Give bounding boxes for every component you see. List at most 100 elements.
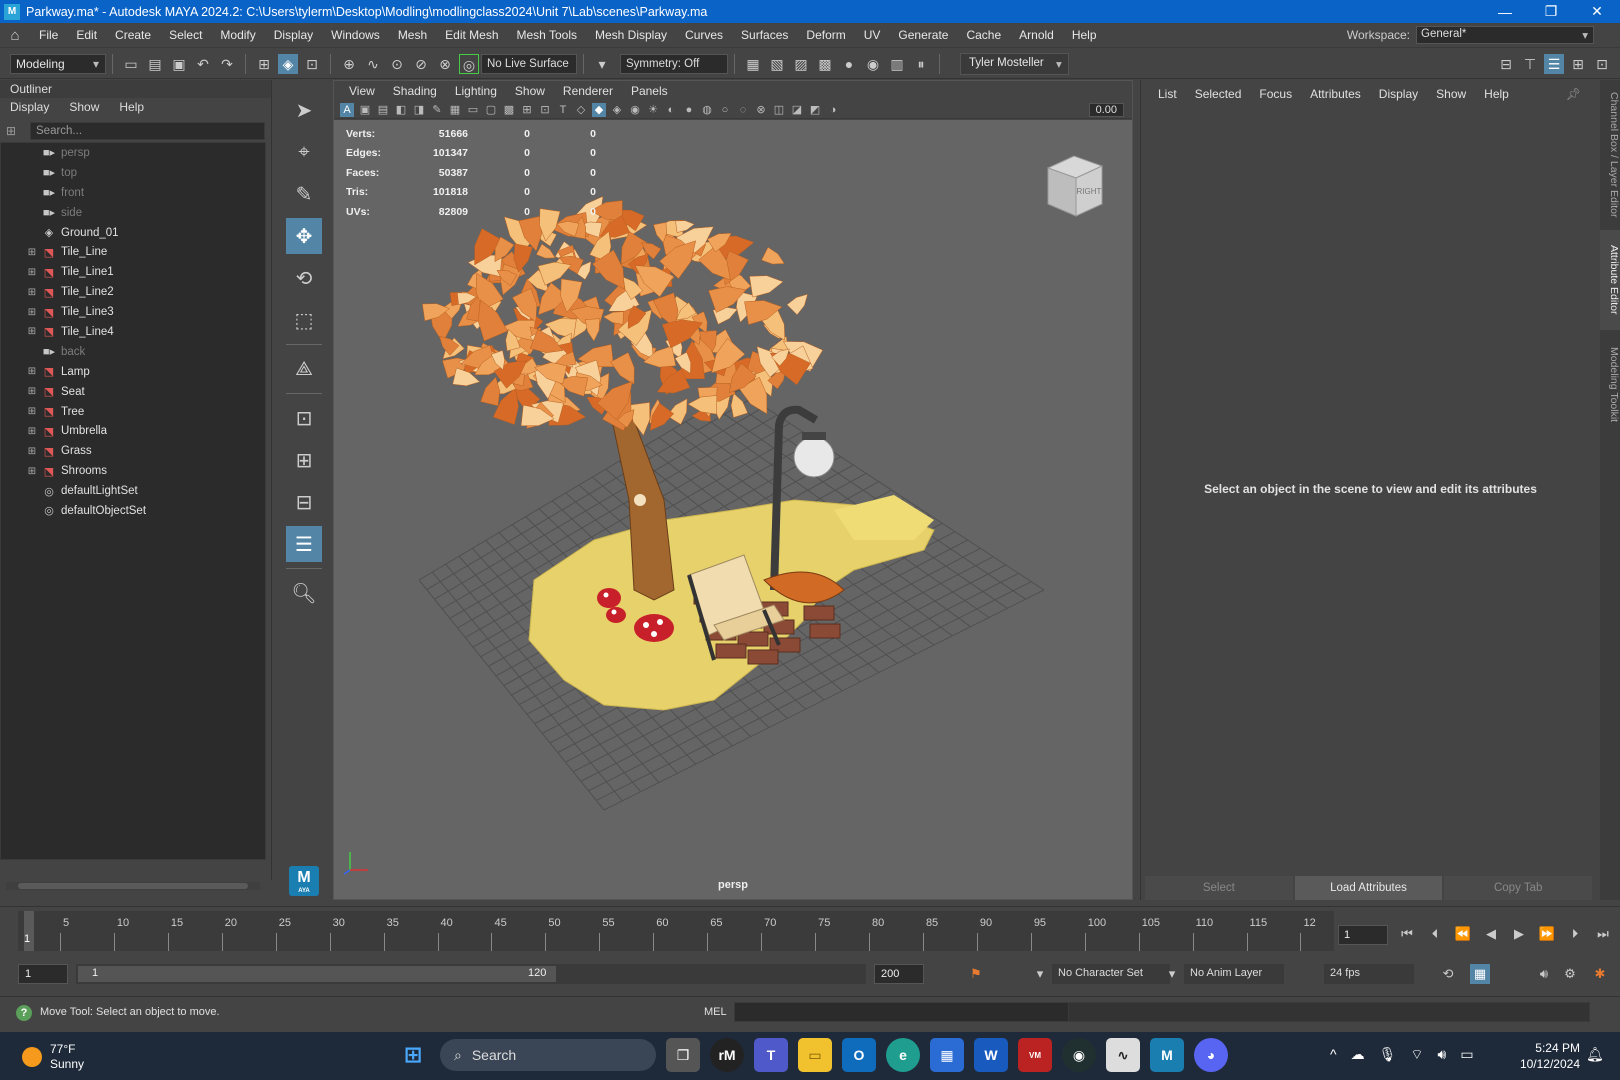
gate-mask-icon[interactable]: ▩ (502, 103, 516, 117)
select-component-icon[interactable]: ⊡ (302, 54, 322, 74)
lasso-tool-icon[interactable]: ⌖ (286, 134, 322, 170)
ipr-render-icon[interactable]: ▨ (791, 54, 811, 74)
edge-icon[interactable]: e (886, 1038, 920, 1072)
attr-menu-focus[interactable]: Focus (1250, 87, 1301, 101)
render-view-icon[interactable]: ▧ (767, 54, 787, 74)
depth-of-field-icon[interactable]: ◌ (736, 103, 750, 117)
menu-curves[interactable]: Curves (676, 28, 732, 42)
menu-help[interactable]: Help (1063, 28, 1106, 42)
outliner-item[interactable]: ■▸ persp (1, 143, 265, 163)
outliner-item[interactable]: ⊞ ⬔ Seat (1, 382, 265, 402)
taskbar-search[interactable]: ⌕ Search (440, 1039, 656, 1071)
step-forward-frame-icon[interactable]: ⏩ (1536, 923, 1558, 945)
notification-bell-icon[interactable]: 🔔︎ (1586, 1046, 1604, 1063)
save-scene-icon[interactable]: ▣ (169, 54, 189, 74)
outlook-icon[interactable]: O (842, 1038, 876, 1072)
copy-tab-button[interactable]: Copy Tab (1444, 876, 1593, 900)
character-controls-icon[interactable]: ⊤ (1520, 54, 1540, 74)
use-all-lights-icon[interactable]: ☀ (646, 103, 660, 117)
select-button[interactable]: Select (1145, 876, 1293, 900)
store-icon[interactable]: ▦ (930, 1038, 964, 1072)
microphone-icon[interactable]: 🎙︎ (1379, 1046, 1397, 1064)
view-cube[interactable]: RIGHT (1042, 154, 1106, 221)
viewport-canvas[interactable]: Verts: 51666 0 0 Edges: 101347 0 0 Faces: 50387 0 0… (334, 120, 1132, 899)
live-surface-field[interactable]: No Live Surface (481, 53, 577, 74)
expand-icon[interactable]: ⊞ (25, 267, 39, 278)
scale-tool-icon[interactable]: ⬚ (286, 302, 322, 338)
menu-mesh-display[interactable]: Mesh Display (586, 28, 676, 42)
attr-menu-selected[interactable]: Selected (1186, 87, 1251, 101)
pin-icon[interactable]: 📌︎ (1557, 87, 1590, 101)
current-frame-field[interactable]: 1 (1338, 925, 1388, 945)
attr-menu-attributes[interactable]: Attributes (1301, 87, 1370, 101)
redo-icon[interactable]: ↷ (217, 54, 237, 74)
razer-icon[interactable]: ◉ (1062, 1038, 1096, 1072)
outliner-item[interactable]: ■▸ front (1, 183, 265, 203)
menu-generate[interactable]: Generate (889, 28, 957, 42)
menu-select[interactable]: Select (160, 28, 211, 42)
smooth-shade-icon[interactable]: ◆ (592, 102, 606, 117)
outliner-menu-help[interactable]: Help (109, 98, 154, 118)
viewport-menu-renderer[interactable]: Renderer (554, 84, 622, 98)
paint-select-tool-icon[interactable]: ✎ (286, 176, 322, 212)
outliner-item[interactable]: ⊞ ⬔ Lamp (1, 362, 265, 382)
expand-icon[interactable]: ⊞ (25, 466, 39, 477)
isolate-select-icon[interactable]: ⊗ (754, 103, 768, 117)
viewport-menu-lighting[interactable]: Lighting (446, 84, 506, 98)
snap-curve-icon[interactable]: ∿ (363, 54, 383, 74)
render-icon[interactable]: ▦ (743, 54, 763, 74)
field-chart-icon[interactable]: ⊞ (520, 103, 534, 117)
move-tool-icon[interactable]: ✥ (286, 218, 322, 254)
xray-icon[interactable]: ◫ (772, 103, 786, 117)
zoom-icon[interactable]: 🔍︎ (286, 575, 322, 611)
outliner-item[interactable]: ◎ defaultObjectSet (1, 501, 265, 521)
menu-set-select[interactable]: Modeling (10, 53, 106, 74)
load-attributes-button[interactable]: Load Attributes (1294, 876, 1443, 900)
safe-title-icon[interactable]: T (556, 103, 570, 117)
rotate-tool-icon[interactable]: ⟲ (286, 260, 322, 296)
attribute-editor-toggle-icon[interactable]: ☰ (1544, 53, 1564, 74)
outliner-item[interactable]: ⊞ ⬔ Shrooms (1, 461, 265, 481)
outliner-search-input[interactable]: Search... (30, 122, 265, 140)
last-tool-icon[interactable]: ⟁ (286, 351, 322, 387)
outliner-item[interactable]: ■▸ back (1, 342, 265, 362)
animation-start-field[interactable]: 1 (18, 964, 68, 984)
menu-display[interactable]: Display (265, 28, 322, 42)
fps-select[interactable]: 24 fps (1324, 964, 1414, 984)
motion-blur-icon[interactable]: ◍ (700, 103, 714, 117)
light-editor-icon[interactable]: ▥ (887, 54, 907, 74)
undo-icon[interactable]: ↶ (193, 54, 213, 74)
menu-create[interactable]: Create (106, 28, 160, 42)
outliner-item[interactable]: ⊞ ⬔ Tile_Line1 (1, 262, 265, 282)
xray-active-components-icon[interactable]: ◩ (808, 103, 822, 117)
step-back-frame-icon[interactable]: ⏪ (1452, 923, 1474, 945)
menu-uv[interactable]: UV (855, 28, 890, 42)
ghost-icon[interactable]: ✱ (1590, 964, 1610, 984)
expand-icon[interactable]: ⊞ (25, 426, 39, 437)
select-hierarchy-icon[interactable]: ⊞ (254, 54, 274, 74)
viewport-menu-view[interactable]: View (340, 84, 384, 98)
outliner-item[interactable]: ◎ defaultLightSet (1, 481, 265, 501)
attr-menu-show[interactable]: Show (1427, 87, 1475, 101)
outliner-item[interactable]: ⊞ ⬔ Grass (1, 441, 265, 461)
minimize-button[interactable]: — (1482, 4, 1528, 20)
wifi-icon[interactable]: ⌔ (1410, 1046, 1423, 1064)
task-view-icon[interactable]: ❐ (666, 1038, 700, 1072)
2d-pan-zoom-icon[interactable]: ◨ (412, 103, 426, 117)
outliner-item[interactable]: ⊞ ⬔ Tile_Line4 (1, 322, 265, 342)
select-camera-icon[interactable]: A (340, 102, 354, 117)
outliner-horizontal-scrollbar[interactable] (6, 882, 260, 890)
play-forwards-icon[interactable]: ▶ (1508, 923, 1530, 945)
menu-edit-mesh[interactable]: Edit Mesh (436, 28, 507, 42)
taskbar-clock[interactable]: 5:24 PM 10/12/2024 (1508, 1040, 1580, 1072)
expand-icon[interactable]: ⊞ (25, 326, 39, 337)
attr-menu-help[interactable]: Help (1475, 87, 1518, 101)
tray-overflow-icon[interactable]: ^ (1330, 1046, 1337, 1064)
camera-attributes-icon[interactable]: ▣ (358, 103, 372, 117)
play-backwards-icon[interactable]: ◀ (1480, 923, 1502, 945)
open-scene-icon[interactable]: ▤ (145, 54, 165, 74)
textured-icon[interactable]: ◉ (628, 103, 642, 117)
tab-attribute-editor[interactable]: Attribute Editor (1600, 230, 1620, 330)
new-scene-icon[interactable]: ▭ (121, 54, 141, 74)
menu-arnold[interactable]: Arnold (1010, 28, 1063, 42)
